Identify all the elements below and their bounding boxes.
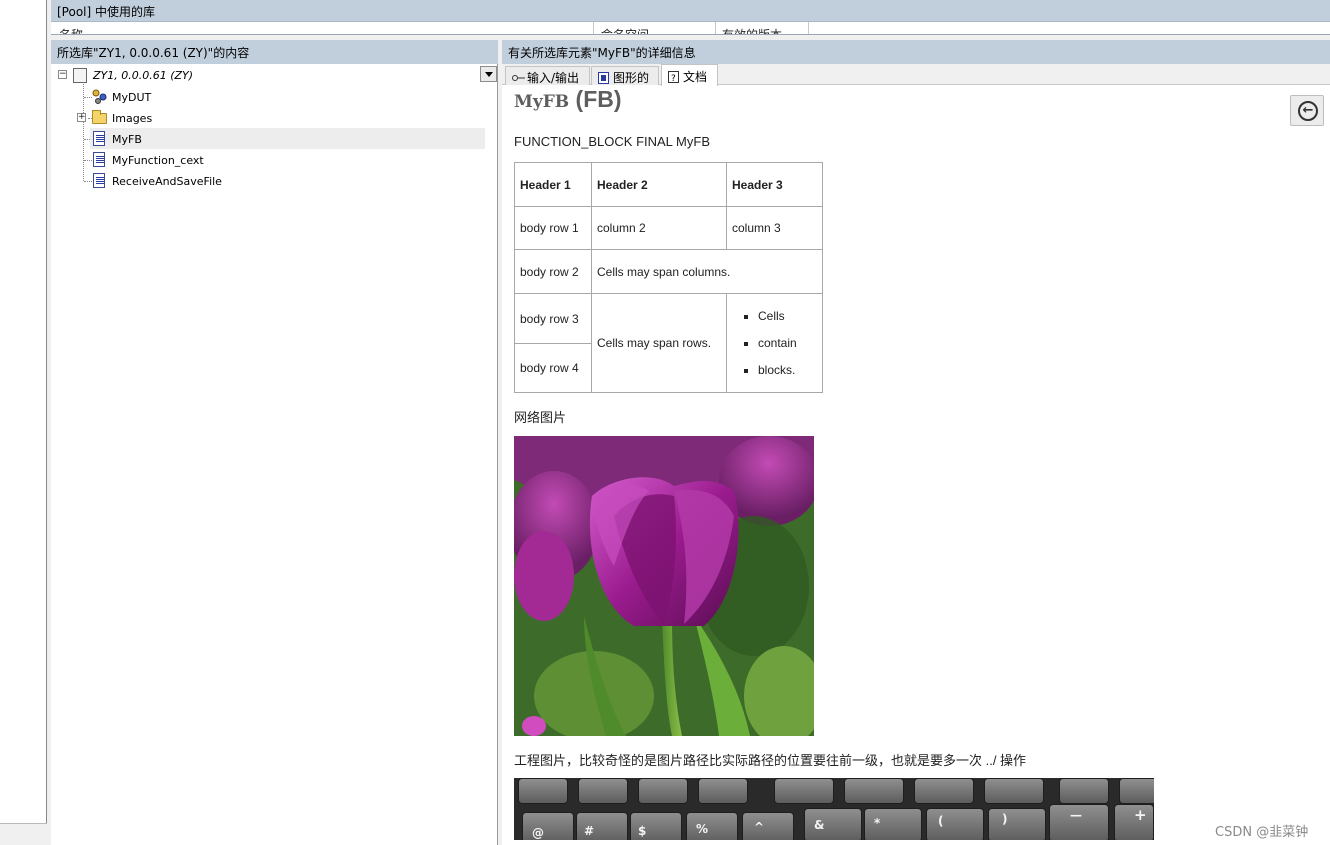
expand-icon[interactable]: + (77, 113, 86, 122)
tree-item-mydut[interactable]: MyDUT (112, 87, 151, 108)
table-cell: body row 2 (514, 249, 592, 294)
tree-item-selection[interactable] (90, 128, 485, 149)
image-caption-network: 网络图片 (514, 410, 567, 425)
doc-table: Header 1 Header 2 Header 3 body row 1 co… (514, 162, 823, 393)
tree-item-myfb[interactable]: MyFB (112, 129, 142, 150)
tree-dropdown-button[interactable] (480, 66, 497, 82)
table-cell-rowspan: Cells may span rows. (591, 293, 727, 393)
pou-document-icon (93, 131, 105, 146)
table-cell-list: Cells contain blocks. (726, 293, 823, 393)
tree-item-receiveandsavefile[interactable]: ReceiveAndSaveFile (112, 171, 222, 192)
details-panel-title: 有关所选库元素"MyFB"的详细信息 (502, 40, 1330, 64)
tree-item-images[interactable]: Images (112, 108, 152, 129)
table-header: Header 3 (726, 162, 823, 207)
table-header: Header 2 (591, 162, 727, 207)
table-cell: body row 1 (514, 206, 592, 250)
dut-icon (92, 89, 107, 104)
library-icon (73, 68, 87, 83)
key-label: + (1134, 806, 1147, 824)
watermark: CSDN @韭菜钟 (1215, 825, 1309, 840)
pool-column-header: 名称 命名空间 有效的版本 (51, 22, 1330, 35)
left-side-statusbar (0, 823, 50, 845)
arrow-left-icon: ← (1298, 101, 1318, 121)
keyboard-key (914, 778, 974, 804)
declaration-text: FUNCTION_BLOCK FINAL MyFB (514, 134, 710, 149)
keyboard-key (518, 778, 568, 804)
doc-title: MyFB (FB) (514, 86, 622, 113)
keyboard-key (804, 808, 862, 840)
keyboard-key (774, 778, 834, 804)
keyboard-key (698, 778, 748, 804)
graphic-icon (598, 72, 609, 84)
table-cell: body row 4 (514, 343, 592, 393)
table-cell: column 2 (591, 206, 727, 250)
keyboard-key (1119, 778, 1154, 804)
tree-item-myfunction-cext[interactable]: MyFunction_cext (112, 150, 204, 171)
image-caption-project: 工程图片，比较奇怪的是图片路径比实际路径的位置要往前一级，也就是要多一次 ../… (514, 753, 1027, 768)
key-label: ^ (754, 820, 765, 834)
key-label: @ (532, 826, 544, 840)
column-header-namespace[interactable]: 命名空间 (601, 26, 649, 34)
tree-connector (84, 160, 92, 161)
folder-icon (92, 110, 107, 124)
tab-documentation-label: 文档 (683, 70, 708, 84)
keyboard-key (578, 778, 628, 804)
column-separator[interactable] (808, 22, 809, 34)
keyboard-key (844, 778, 904, 804)
tab-documentation[interactable]: ? 文档 (661, 64, 718, 86)
key-label: # (584, 824, 595, 838)
collapse-icon[interactable]: − (58, 70, 67, 79)
bullet-list: Cells contain blocks. (732, 303, 817, 384)
tab-graphic-label: 图形的 (613, 71, 650, 85)
io-icon (512, 72, 525, 84)
column-header-name[interactable]: 名称 (59, 26, 83, 34)
keyboard-key (638, 778, 688, 804)
key-label: % (696, 822, 709, 836)
keyboard-image: @ # $ % ^ & * ( ) — + (514, 778, 1154, 840)
tab-io[interactable]: 输入/输出 (505, 66, 590, 85)
pool-panel-title: [Pool] 中使用的库 (51, 0, 1330, 22)
doc-title-kind: (FB) (575, 86, 622, 112)
key-label: ) (1002, 812, 1008, 826)
keyboard-key (686, 812, 738, 840)
keyboard-key (522, 812, 574, 840)
tab-graphic[interactable]: 图形的 (591, 66, 659, 85)
tulip-image (514, 436, 814, 736)
list-item: Cells (758, 303, 817, 330)
keyboard-key (864, 808, 922, 840)
key-label: * (874, 816, 881, 830)
table-cell: body row 3 (514, 293, 592, 344)
doc-title-name: MyFB (514, 92, 570, 112)
left-side-panel (0, 0, 47, 823)
library-panel-title: 所选库"ZY1, 0.0.0.61 (ZY)"的内容 (51, 40, 498, 64)
tree-connector (83, 80, 84, 181)
list-item: blocks. (758, 357, 817, 384)
back-button[interactable]: ← (1290, 95, 1324, 126)
key-label: $ (638, 824, 647, 838)
list-item: contain (758, 330, 817, 357)
tree-root-library[interactable]: ZY1, 0.0.0.61 (ZY) (93, 65, 193, 86)
column-separator[interactable] (715, 22, 716, 34)
pou-document-icon (93, 173, 105, 188)
keyboard-key (926, 808, 984, 840)
table-cell: column 3 (726, 206, 823, 250)
key-label: & (814, 818, 825, 832)
table-header: Header 1 (514, 162, 592, 207)
key-label: ( (938, 814, 944, 828)
column-header-version[interactable]: 有效的版本 (722, 26, 782, 34)
table-cell-colspan: Cells may span columns. (591, 249, 823, 294)
keyboard-key (1059, 778, 1109, 804)
tree-connector (84, 181, 92, 182)
keyboard-key (742, 812, 794, 840)
svg-text:?: ? (671, 74, 676, 83)
help-icon: ? (668, 71, 679, 84)
key-label: — (1070, 808, 1082, 822)
tree-connector (84, 97, 92, 98)
keyboard-key (988, 808, 1046, 840)
tab-io-label: 输入/输出 (527, 71, 580, 85)
pou-document-icon (93, 152, 105, 167)
column-separator[interactable] (593, 22, 594, 34)
keyboard-key (984, 778, 1044, 804)
